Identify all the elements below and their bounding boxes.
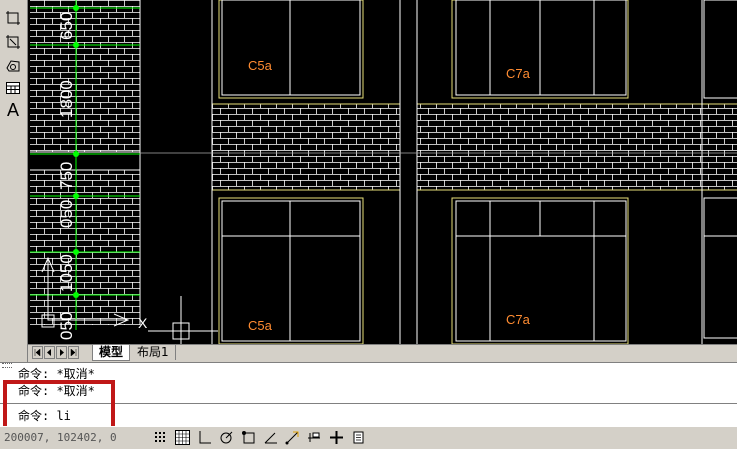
left-brick-wall: [30, 0, 141, 325]
last-tab-icon[interactable]: [68, 346, 79, 359]
window-c7a-top: [451, 0, 629, 99]
draw-toolbar: A: [0, 0, 28, 362]
otrack-icon[interactable]: [262, 429, 279, 446]
window-tag: C7a: [506, 66, 531, 81]
grid-icon[interactable]: [174, 429, 191, 446]
window-tag: C5a: [248, 318, 273, 333]
table-insert-icon[interactable]: [3, 32, 23, 52]
ducs-icon[interactable]: [284, 429, 301, 446]
polar-icon[interactable]: [218, 429, 235, 446]
crosshair-cursor: [148, 296, 218, 344]
drawing-canvas[interactable]: 650 1800 750 050 1050 050 C5a C7a C5a C7…: [28, 0, 737, 344]
drawing: 650 1800 750 050 1050 050 C5a C7a C5a C7…: [30, 0, 737, 344]
lwt-icon[interactable]: [328, 429, 345, 446]
dim-label: 050: [57, 200, 76, 228]
window-c5a-bottom: [218, 197, 364, 344]
region-icon[interactable]: [3, 8, 23, 28]
dim-label: 1050: [57, 254, 76, 292]
next-tab-icon[interactable]: [56, 346, 67, 359]
snap-icon[interactable]: [152, 429, 169, 446]
first-tab-icon[interactable]: [32, 346, 43, 359]
model-icon[interactable]: [350, 429, 367, 446]
window-c7a-bottom: [451, 197, 629, 344]
window-c5a-top: [218, 0, 364, 99]
facade: [140, 0, 737, 344]
dim-label: 750: [57, 162, 76, 190]
grip-handle[interactable]: [2, 363, 12, 368]
dim-label: 050: [57, 312, 76, 340]
tab-layout1[interactable]: 布局1: [131, 345, 176, 360]
table-icon[interactable]: [3, 78, 23, 98]
layout-tab-bar: 模型 布局1: [28, 344, 737, 362]
boundary-icon[interactable]: [3, 56, 23, 76]
osnap-icon[interactable]: [240, 429, 257, 446]
text-tool-glyph: A: [6, 99, 19, 120]
prev-tab-icon[interactable]: [44, 346, 55, 359]
text-icon[interactable]: A: [3, 100, 23, 120]
tab-model[interactable]: 模型: [92, 345, 131, 361]
status-bar: 200007, 102402, 0: [0, 426, 737, 449]
window-tag: C5a: [248, 58, 273, 73]
dim-label: 1800: [57, 80, 76, 118]
dyn-icon[interactable]: [306, 429, 323, 446]
svg-text:X: X: [138, 315, 148, 331]
coordinate-readout: 200007, 102402, 0: [4, 431, 117, 444]
window-tag: C7a: [506, 312, 531, 327]
ortho-icon[interactable]: [196, 429, 213, 446]
dim-label: 650: [57, 12, 76, 40]
